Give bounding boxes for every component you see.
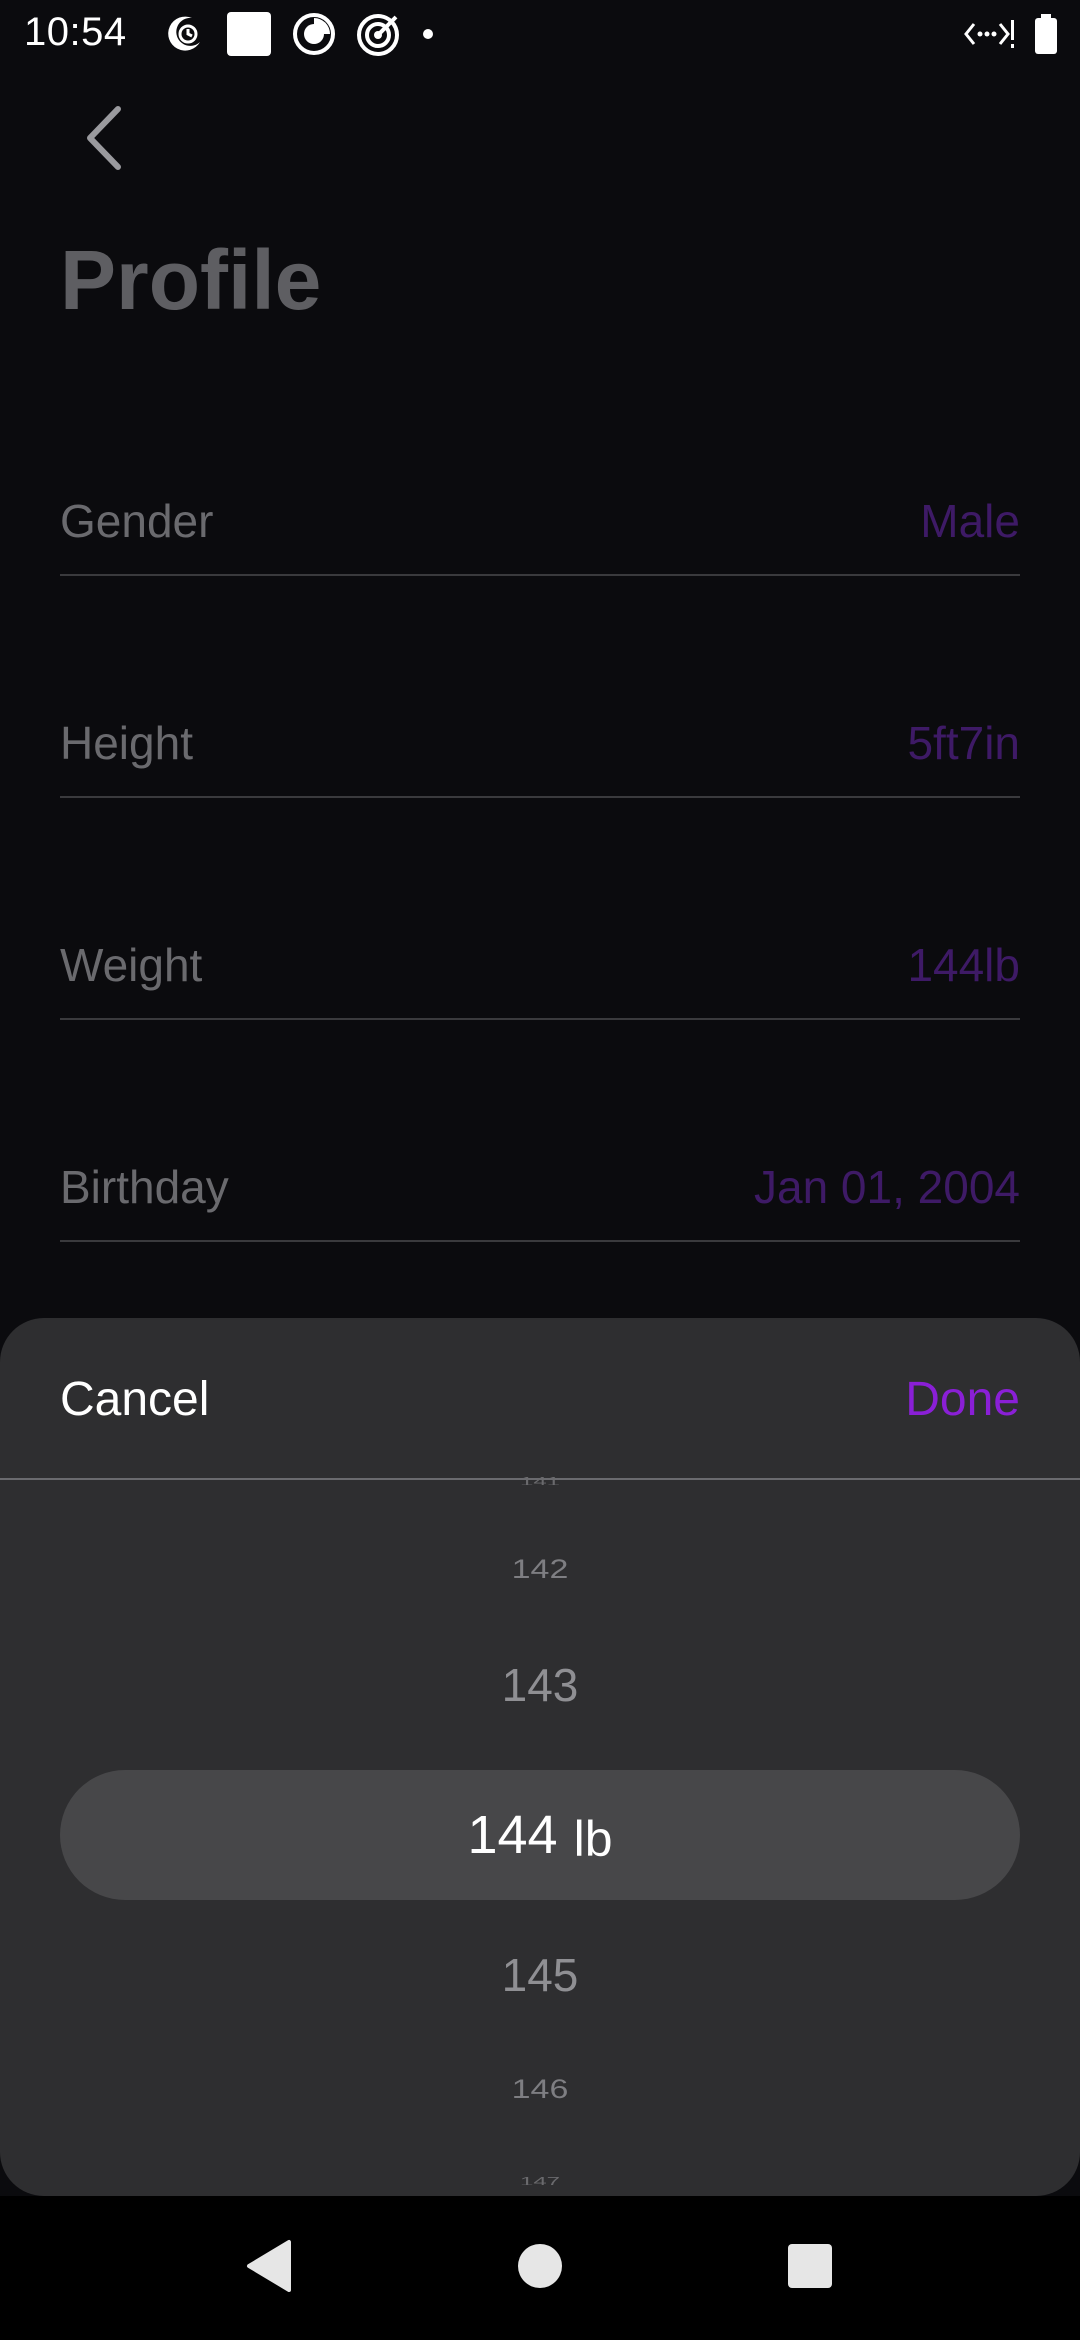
row-value: 144lb xyxy=(907,939,1020,991)
weight-picker-sheet: Cancel Done 141 142 143 144 lb 145 146 1… xyxy=(0,1318,1080,2196)
weight-picker-wheel[interactable]: 141 142 143 144 lb 145 146 147 xyxy=(0,1475,1080,2196)
back-triangle-icon xyxy=(243,2238,293,2299)
fitness-ring-icon xyxy=(292,12,336,61)
row-value: 5ft7in xyxy=(907,717,1020,769)
row-value: Male xyxy=(920,495,1020,547)
picker-item[interactable]: 141 xyxy=(0,1475,1080,1485)
weight-unit-label: lb xyxy=(573,1811,613,1867)
row-label: Height xyxy=(60,717,193,769)
sheet-header: Cancel Done xyxy=(0,1318,1080,1480)
picker-item[interactable]: 145 xyxy=(0,1948,1080,2002)
profile-row-birthday[interactable]: Birthday Jan 01, 2004 xyxy=(60,1160,1020,1242)
status-icons-left xyxy=(162,11,434,62)
navigation-bar xyxy=(0,2196,1080,2340)
row-label: Gender xyxy=(60,495,214,547)
done-button[interactable]: Done xyxy=(905,1372,1020,1427)
data-signal-icon xyxy=(964,16,1016,57)
profile-row-gender[interactable]: Gender Male xyxy=(60,494,1020,576)
recents-square-icon xyxy=(786,2242,834,2295)
status-icons-right xyxy=(964,12,1058,60)
moon-clock-icon xyxy=(162,12,206,61)
white-square-icon xyxy=(226,11,272,62)
row-label: Weight xyxy=(60,939,203,991)
profile-row-height[interactable]: Height 5ft7in xyxy=(60,716,1020,798)
cancel-button[interactable]: Cancel xyxy=(60,1372,209,1427)
row-value: Jan 01, 2004 xyxy=(753,1161,1020,1213)
back-button[interactable] xyxy=(60,96,148,184)
picker-item[interactable]: 147 xyxy=(0,2175,1080,2185)
nav-recents-button[interactable] xyxy=(778,2236,842,2300)
picker-item[interactable]: 142 xyxy=(0,1554,1080,1585)
picker-item[interactable]: 146 xyxy=(0,2074,1080,2105)
picker-item[interactable]: 143 xyxy=(0,1658,1080,1712)
nav-home-button[interactable] xyxy=(508,2236,572,2300)
status-time: 10:54 xyxy=(24,10,127,54)
nav-back-button[interactable] xyxy=(236,2236,300,2300)
screen: 10:54 Profile Gender Male Height 5ft7in … xyxy=(0,0,1080,2340)
profile-row-weight[interactable]: Weight 144lb xyxy=(60,938,1020,1020)
battery-icon xyxy=(1034,13,1058,59)
status-bar: 10:54 xyxy=(0,0,1080,72)
target-icon xyxy=(356,11,402,62)
page-title: Profile xyxy=(60,233,322,327)
row-label: Birthday xyxy=(60,1161,229,1213)
dot-icon xyxy=(422,27,434,45)
selected-weight-value: 144 xyxy=(467,1805,558,1865)
chevron-left-icon xyxy=(80,103,128,178)
home-circle-icon xyxy=(516,2242,564,2295)
picker-selected-item[interactable]: 144 lb xyxy=(60,1770,1020,1900)
